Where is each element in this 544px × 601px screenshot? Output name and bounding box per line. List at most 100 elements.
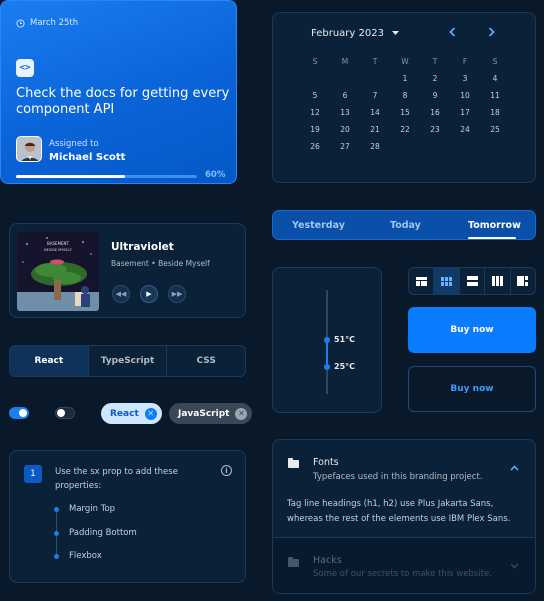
calendar-day[interactable]: 1 bbox=[390, 70, 420, 87]
weekday-label: S bbox=[312, 57, 318, 66]
music-player: BASEMENT BESIDE MYSELF Ultraviolet Basem… bbox=[9, 223, 246, 318]
buy-now-button[interactable]: Buy now bbox=[408, 307, 536, 353]
task-title: Check the docs for getting every compone… bbox=[16, 86, 230, 117]
info-icon[interactable]: i bbox=[221, 465, 232, 476]
list-item: Padding Bottom bbox=[69, 528, 137, 538]
chip-react[interactable]: React ✕ bbox=[101, 403, 162, 424]
tab-typescript[interactable]: TypeScript bbox=[87, 346, 167, 376]
calendar-day[interactable]: 21 bbox=[360, 121, 390, 138]
rewind-icon: ◀◀ bbox=[115, 290, 127, 298]
view-sidebar-button[interactable] bbox=[509, 268, 535, 294]
fast-forward-button[interactable]: ▶▶ bbox=[168, 285, 186, 303]
calendar-day[interactable]: 3 bbox=[450, 70, 480, 87]
switch-off[interactable] bbox=[55, 407, 75, 419]
view-quilt-button[interactable] bbox=[409, 268, 433, 294]
calendar-day[interactable]: 22 bbox=[390, 121, 420, 138]
tab-react[interactable]: React bbox=[10, 346, 88, 376]
chip-javascript[interactable]: JavaScript ✕ bbox=[169, 403, 253, 424]
chevron-up-icon[interactable] bbox=[510, 464, 519, 474]
slider-thumb-high[interactable] bbox=[324, 337, 330, 343]
play-button[interactable]: ▶ bbox=[140, 285, 158, 303]
calendar-day[interactable]: 28 bbox=[360, 138, 390, 155]
calendar-day[interactable]: 10 bbox=[450, 87, 480, 104]
calendar-day[interactable]: 4 bbox=[480, 70, 510, 87]
tab-tomorrow[interactable]: Tomorrow bbox=[468, 220, 521, 231]
progress-bar bbox=[16, 175, 197, 178]
active-tab-indicator bbox=[468, 237, 516, 239]
clock-icon bbox=[16, 18, 25, 28]
calendar-day[interactable]: 12 bbox=[300, 104, 330, 121]
task-date: March 25th bbox=[16, 18, 78, 28]
calendar-empty bbox=[390, 138, 420, 155]
view-module-button[interactable] bbox=[433, 268, 459, 294]
month-selector[interactable]: February 2023 bbox=[311, 28, 399, 39]
slider-high-label: 51°C bbox=[334, 335, 356, 344]
tab-today[interactable]: Today bbox=[390, 220, 421, 231]
step-dot bbox=[54, 507, 59, 512]
buy-now-outlined-button[interactable]: Buy now bbox=[408, 366, 536, 412]
temperature-slider: 51°C 25°C bbox=[272, 267, 382, 413]
accordion-fonts-title[interactable]: Fonts bbox=[313, 457, 339, 468]
calendar-day[interactable]: 18 bbox=[480, 104, 510, 121]
code-icon: <> bbox=[16, 59, 34, 77]
slider-thumb-low[interactable] bbox=[324, 364, 330, 370]
calendar-day[interactable]: 17 bbox=[450, 104, 480, 121]
calendar-day[interactable]: 9 bbox=[420, 87, 450, 104]
switch-on[interactable] bbox=[9, 407, 29, 419]
tab-css[interactable]: CSS bbox=[166, 346, 245, 376]
day-tabs: Yesterday Today Tomorrow bbox=[272, 210, 536, 240]
accordion-hacks[interactable]: Hacks Some of our secrets to make this w… bbox=[273, 538, 535, 593]
calendar-day[interactable]: 25 bbox=[480, 121, 510, 138]
view-sidebar-icon bbox=[517, 276, 529, 286]
folder-icon bbox=[288, 557, 299, 567]
calendar-grid: S M T W T F S 1 2 3 4 5 6 7 8 9 10 11 12 13 14 15 16 17 18 19 20 21… bbox=[300, 53, 510, 155]
task-card[interactable]: March 25th <> Check the docs for getting… bbox=[0, 0, 237, 184]
calendar-day[interactable]: 16 bbox=[420, 104, 450, 121]
rewind-button[interactable]: ◀◀ bbox=[112, 285, 130, 303]
weekday-label: T bbox=[432, 57, 438, 66]
weekday-label: W bbox=[401, 57, 409, 66]
calendar-day[interactable]: 5 bbox=[300, 87, 330, 104]
steps-card: 1 Use the sx prop to add these propertie… bbox=[9, 450, 246, 583]
calendar-day[interactable]: 8 bbox=[390, 87, 420, 104]
assignee-name: Michael Scott bbox=[49, 152, 126, 163]
calendar-day[interactable]: 13 bbox=[330, 104, 360, 121]
calendar-day[interactable]: 14 bbox=[360, 104, 390, 121]
calendar-empty bbox=[450, 138, 480, 155]
assigned-label: Assigned to bbox=[49, 139, 99, 149]
slider-low-label: 25°C bbox=[334, 362, 356, 371]
calendar-empty bbox=[300, 70, 330, 87]
prev-month-icon[interactable] bbox=[449, 27, 456, 40]
calendar-day[interactable]: 11 bbox=[480, 87, 510, 104]
calendar-day[interactable]: 26 bbox=[300, 138, 330, 155]
chevron-down-icon[interactable] bbox=[510, 562, 519, 572]
calendar-day[interactable]: 15 bbox=[390, 104, 420, 121]
svg-text:BASEMENT: BASEMENT bbox=[47, 241, 70, 246]
step-dot bbox=[54, 554, 59, 559]
view-quilt-icon bbox=[415, 276, 427, 286]
calendar-day[interactable]: 24 bbox=[450, 121, 480, 138]
calendar-day[interactable]: 7 bbox=[360, 87, 390, 104]
step-number: 1 bbox=[24, 465, 42, 483]
svg-text:BESIDE MYSELF: BESIDE MYSELF bbox=[44, 248, 71, 252]
tab-yesterday[interactable]: Yesterday bbox=[292, 220, 345, 231]
calendar-day[interactable]: 6 bbox=[330, 87, 360, 104]
weekday-label: S bbox=[492, 57, 498, 66]
calendar-empty bbox=[420, 138, 450, 155]
list-item: Margin Top bbox=[69, 504, 116, 514]
calendar-day[interactable]: 19 bbox=[300, 121, 330, 138]
close-icon[interactable]: ✕ bbox=[144, 407, 157, 420]
view-agenda-button[interactable] bbox=[458, 268, 484, 294]
calendar-day[interactable]: 23 bbox=[420, 121, 450, 138]
close-icon[interactable]: ✕ bbox=[235, 407, 248, 420]
next-month-icon[interactable] bbox=[488, 27, 495, 40]
accordion-hacks-title: Hacks bbox=[313, 555, 342, 566]
calendar-empty bbox=[480, 138, 510, 155]
slider-track bbox=[326, 340, 328, 367]
calendar-day[interactable]: 2 bbox=[420, 70, 450, 87]
calendar-day[interactable]: 27 bbox=[330, 138, 360, 155]
accordion-hacks-subtitle: Some of our secrets to make this website… bbox=[313, 569, 492, 579]
task-date-text: March 25th bbox=[30, 18, 79, 28]
view-week-button[interactable] bbox=[484, 268, 509, 294]
calendar-day[interactable]: 20 bbox=[330, 121, 360, 138]
